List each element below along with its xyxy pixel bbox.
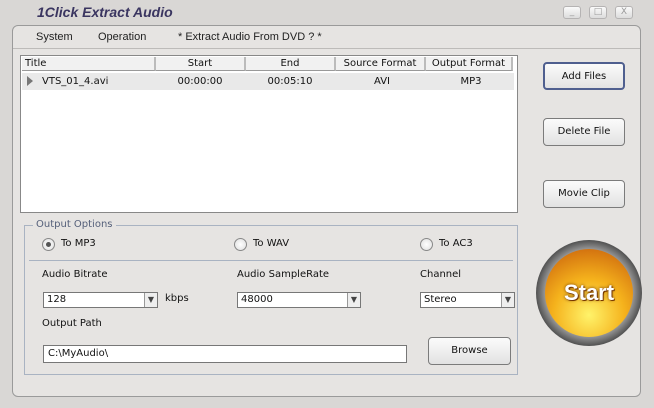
add-files-button[interactable]: Add Files [543,62,625,90]
menu-divider [13,48,640,49]
cell-output-format: MP3 [460,76,482,87]
delete-file-button[interactable]: Delete File [543,118,625,146]
radio-ac3[interactable] [420,238,433,251]
radio-wav[interactable] [234,238,247,251]
cell-source-format: AVI [374,76,390,87]
menu-system[interactable]: System [36,31,73,43]
output-path-label: Output Path [42,318,102,329]
chevron-down-icon[interactable]: ▼ [501,293,514,307]
column-header-output-format[interactable]: Output Format [426,57,513,71]
cell-title: VTS_01_4.avi [42,76,109,87]
output-options-label: Output Options [33,219,116,230]
samplerate-select[interactable]: 48000 ▼ [237,292,361,308]
cell-start: 00:00:00 [177,76,223,87]
channel-value: Stereo [424,294,457,305]
column-header-title[interactable]: Title [22,57,156,71]
maximize-button[interactable]: □ [589,6,607,19]
radio-mp3[interactable] [42,238,55,251]
radio-wav-label[interactable]: To WAV [253,238,289,249]
menu-operation[interactable]: Operation [98,31,146,43]
bitrate-value: 128 [47,294,67,305]
kbps-label: kbps [165,293,189,304]
radio-ac3-label[interactable]: To AC3 [439,238,473,249]
menu-extract-dvd[interactable]: * Extract Audio From DVD ? * [178,31,322,43]
channel-label: Channel [420,269,462,280]
start-label: Start [545,249,633,337]
column-header-start[interactable]: Start [156,57,246,71]
options-divider [29,260,513,261]
browse-button[interactable]: Browse [428,337,511,365]
channel-select[interactable]: Stereo ▼ [420,292,515,308]
row-indicator-icon [27,76,33,86]
audio-bitrate-label: Audio Bitrate [42,269,108,280]
output-path-input[interactable]: C:\MyAudio\ [43,345,407,363]
close-button[interactable]: X [615,6,633,19]
column-header-source-format[interactable]: Source Format [336,57,426,71]
samplerate-value: 48000 [241,294,273,305]
bitrate-select[interactable]: 128 ▼ [43,292,158,308]
start-button[interactable]: Start [536,240,642,346]
audio-samplerate-label: Audio SampleRate [237,269,330,280]
column-header-end[interactable]: End [246,57,336,71]
chevron-down-icon[interactable]: ▼ [144,293,157,307]
chevron-down-icon[interactable]: ▼ [347,293,360,307]
window-title: 1Click Extract Audio [37,4,173,20]
cell-end: 00:05:10 [267,76,313,87]
minimize-button[interactable]: _ [563,6,581,19]
radio-mp3-label[interactable]: To MP3 [61,238,96,249]
movie-clip-button[interactable]: Movie Clip [543,180,625,208]
